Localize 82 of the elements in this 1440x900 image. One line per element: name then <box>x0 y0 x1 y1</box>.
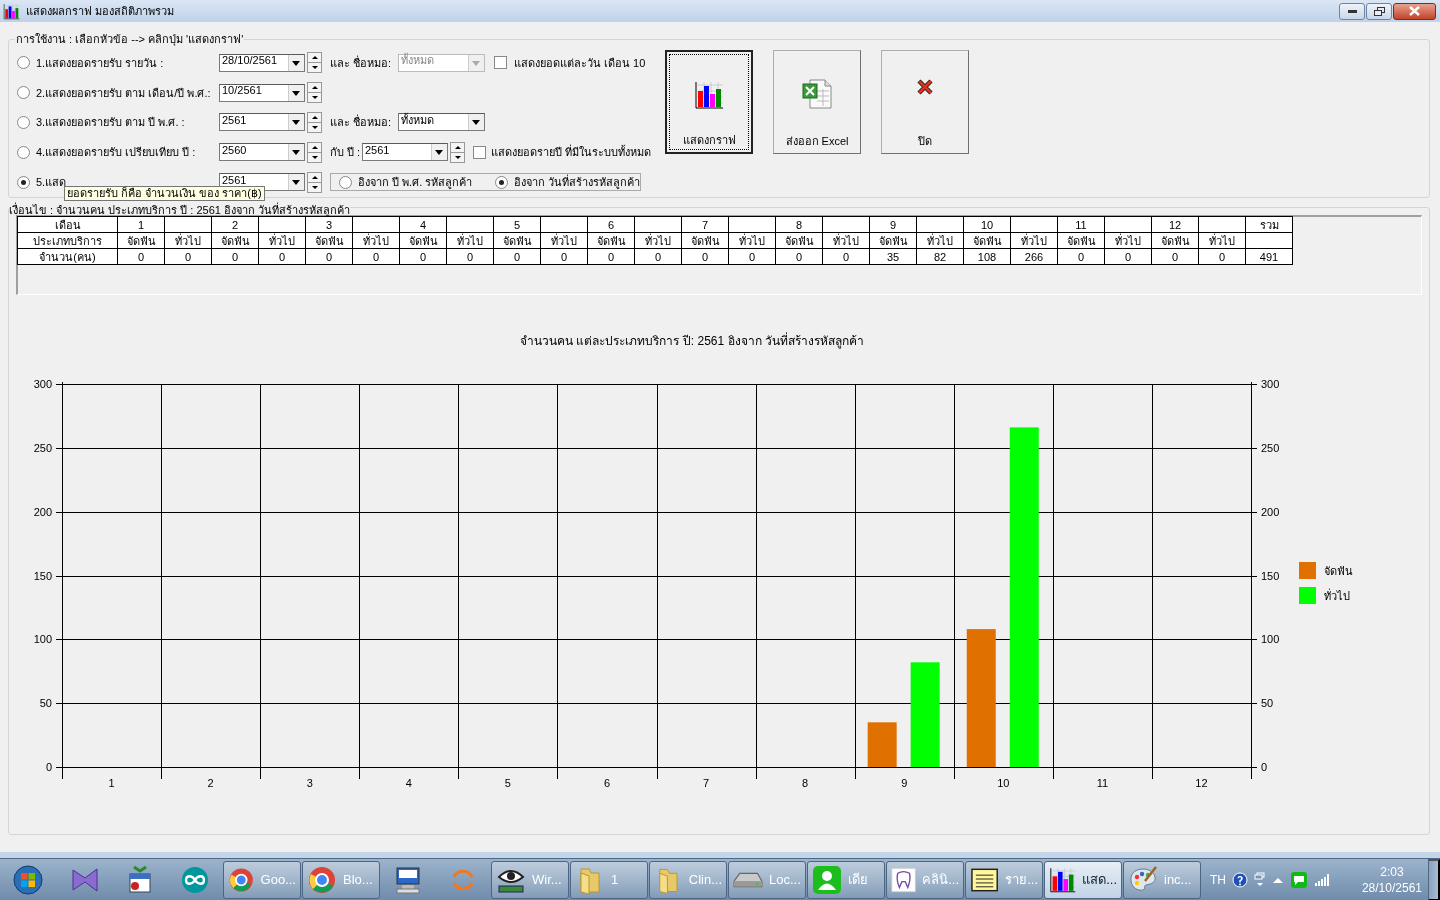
taskbar-button[interactable]: Loc... <box>728 860 806 899</box>
legend-label: จัดฟัน <box>1324 565 1353 577</box>
language-indicator[interactable]: TH <box>1210 872 1226 887</box>
checkbox-label: แสดงยอดรายปี ที่มีในระบบทั้งหมด <box>491 143 652 161</box>
tick-label: 250 <box>33 441 52 454</box>
window-title: แสดงผลกราฟ มองสถิติภาพรวม <box>26 4 175 19</box>
radio-label: อิงจาก ปี พ.ศ. รหัสลูกค้า <box>358 175 474 191</box>
tick-label: 50 <box>1261 697 1274 710</box>
tick-label: 7 <box>703 777 710 789</box>
tick-label: 8 <box>802 777 809 789</box>
tick-label: 150 <box>1261 569 1280 582</box>
tick-label: 3 <box>306 777 313 789</box>
tick-label: 200 <box>33 505 52 518</box>
taskbar-button[interactable]: Clin... <box>649 860 727 899</box>
dropdown[interactable]: 2561 <box>219 113 305 132</box>
tick-label: 300 <box>33 378 52 390</box>
dropdown[interactable]: 2561 <box>362 143 448 162</box>
tick-label: 100 <box>1261 633 1280 646</box>
column-header: 5 <box>493 216 541 233</box>
tick-label: 10 <box>997 777 1010 789</box>
taskbar-button[interactable]: Wir... <box>491 860 569 899</box>
taskbar-button[interactable]: เดีย <box>807 860 885 899</box>
tick-label: 12 <box>1195 777 1208 789</box>
column-header: 11 <box>1057 216 1105 233</box>
dropdown[interactable]: 10/2561 <box>219 83 305 102</box>
tick-label: 9 <box>901 777 908 789</box>
option-label: 3.แสดงยอดรายรับ ตาม ปี พ.ศ. : <box>36 116 185 129</box>
column-header: รวม <box>1245 216 1293 233</box>
tick-label: 300 <box>1261 378 1280 390</box>
tick-label: 11 <box>1096 777 1109 789</box>
tick-label: 100 <box>33 633 52 646</box>
taskbar-button[interactable]: Goo... <box>223 860 301 899</box>
checkbox-label: แสดงยอดแต่ละวัน เดือน 10 <box>514 55 646 71</box>
dropdown[interactable]: 28/10/2561 <box>219 53 305 72</box>
taskbar-button[interactable]: คลินิ... <box>886 860 964 899</box>
clock-time[interactable]: 2:03 <box>1380 863 1404 880</box>
taskbar-button[interactable]: ราย... <box>965 860 1043 899</box>
clock-date[interactable]: 28/10/2561 <box>1361 879 1422 896</box>
field-label: และ ชื่อหมอ: <box>330 113 393 131</box>
tick-label: 1 <box>108 777 115 789</box>
taskbar-button[interactable]: แสด... <box>1044 860 1122 899</box>
column-header: 1 <box>117 216 165 233</box>
radio-label: อิงจาก วันที่สร้างรหัสลูกค้า <box>513 173 640 191</box>
column-header: 2 <box>211 216 259 233</box>
column-header: 4 <box>399 216 447 233</box>
option-label: 2.แสดงยอดรายรับ ตาม เดือน/ปี พ.ศ.: <box>36 86 211 99</box>
tooltip: ยอดรายรับ ก็คือ จำนวนเงิน ของ ราคา(฿) <box>64 186 265 202</box>
column-header: 3 <box>305 216 353 233</box>
toolbar-button[interactable]: ส่งออก Excel <box>773 50 861 154</box>
tick-label: 6 <box>603 777 610 789</box>
group-title: การใช้งาน : เลือกหัวข้อ --> คลิกปุ่ม 'แสดงกราฟ' <box>15 32 245 48</box>
tick-label: 50 <box>39 697 52 710</box>
option-label: 1.แสดงยอดรายรับ รายวัน : <box>36 56 164 69</box>
row-header: เดือน <box>17 216 118 233</box>
tick-label: 200 <box>1261 505 1280 518</box>
column-header: 12 <box>1151 216 1199 233</box>
toolbar-button[interactable]: ปิด <box>881 50 969 154</box>
taskbar-button[interactable]: inc... <box>1123 860 1201 899</box>
tick-label: 4 <box>405 777 412 789</box>
chart-title: จำนวนคน แต่ละประเภทบริการ ปี: 2561 อิงจาก วันที่สร้างรหัสลูกค้า <box>520 334 864 348</box>
tick-label: 150 <box>33 569 52 582</box>
tick-label: 5 <box>504 777 511 789</box>
column-header: 7 <box>681 216 729 233</box>
tick-label: 0 <box>45 761 52 773</box>
tick-label: 0 <box>1261 761 1268 773</box>
field-label: กับ ปี : <box>330 145 362 161</box>
tick-label: 2 <box>207 777 214 789</box>
taskbar-button[interactable]: Blo... <box>302 860 380 899</box>
toolbar-button[interactable]: แสดงกราฟ <box>665 50 753 154</box>
legend-label: ทั่วไป <box>1324 590 1350 602</box>
option-label: 4.แสดงยอดรายรับ เปรียบเทียบ ปี : <box>36 146 196 159</box>
dropdown[interactable]: ทั้งหมด <box>398 113 485 132</box>
column-header: 8 <box>775 216 823 233</box>
column-header: 9 <box>869 216 917 233</box>
taskbar-button[interactable]: 1 <box>570 860 648 899</box>
field-label: และ ชื่อหมอ: <box>330 54 393 71</box>
column-header: 6 <box>587 216 635 233</box>
column-header: 10 <box>963 216 1011 233</box>
group-title: เงื่อนไข : จำนวนคน ประเภทบริการ ปี : 2561 อิงจาก วันที่สร้างรหัสลูกค้า <box>9 201 351 215</box>
option-label: 5.แสด <box>36 176 67 189</box>
dropdown[interactable]: 2560 <box>219 143 305 162</box>
tick-label: 250 <box>1261 441 1280 454</box>
